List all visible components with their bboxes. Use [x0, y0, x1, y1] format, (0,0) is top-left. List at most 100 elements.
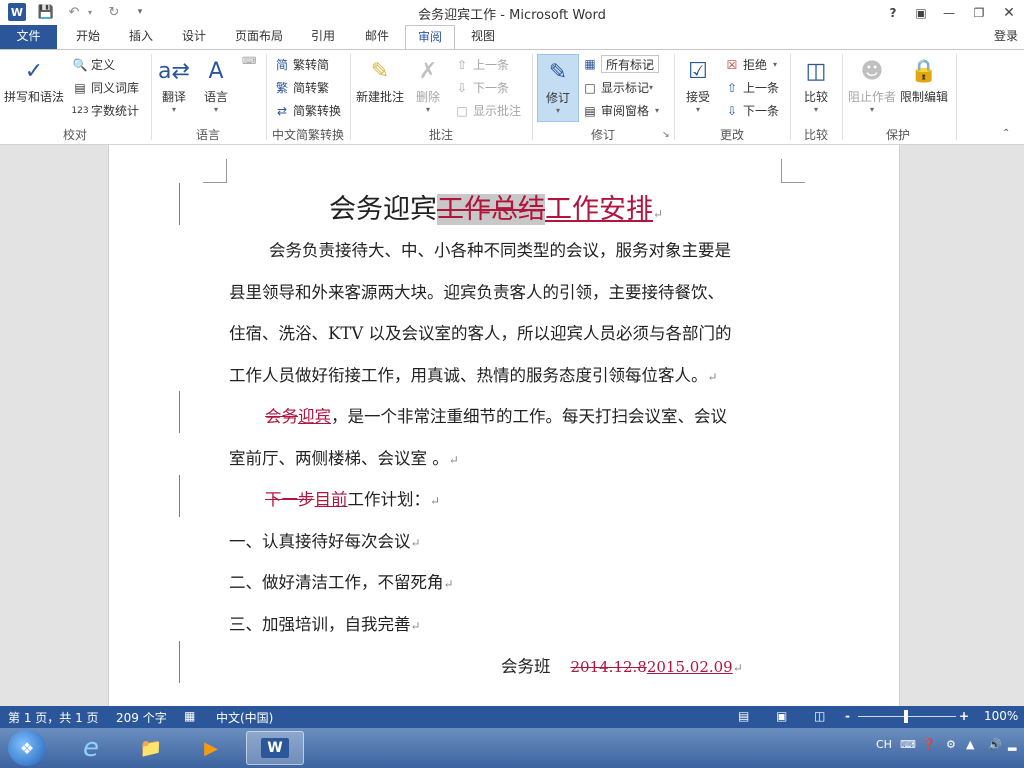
new-comment-icon: ✎: [370, 58, 390, 84]
reject-button[interactable]: ☒ 拒绝 ▾: [724, 56, 777, 73]
tab-references[interactable]: 引用: [298, 25, 348, 49]
tab-review[interactable]: 审阅: [405, 25, 455, 50]
show-markup-button[interactable]: □ 显示标记 ▾: [582, 79, 653, 96]
inserted-date[interactable]: 2015.02.09: [647, 658, 733, 676]
title-inserted-text[interactable]: 工作安排: [545, 194, 653, 225]
reviewing-pane-button[interactable]: ▤ 审阅窗格 ▾: [582, 102, 659, 119]
word-logo-icon[interactable]: W: [8, 3, 26, 21]
paragraph-line[interactable]: 县里领导和外来客源两大块。迎宾负责客人的引领，主要接待餐饮、: [229, 279, 724, 303]
minimize-button[interactable]: —: [934, 0, 964, 25]
paragraph-line[interactable]: 会务迎宾，是一个非常注重细节的工作。每天打扫会议室、会议: [265, 403, 727, 427]
show-hidden-icons-icon[interactable]: ▲: [966, 738, 974, 751]
compare-button[interactable]: ◫ 比较 ▾: [800, 54, 832, 115]
media-player-icon[interactable]: ▶: [182, 731, 240, 765]
document-title[interactable]: 会务迎宾工作总结工作安排↵: [329, 187, 663, 226]
to-traditional-icon: 繁: [275, 81, 288, 95]
zoom-level[interactable]: 100%: [984, 709, 1018, 723]
help-button[interactable]: ?: [878, 0, 908, 25]
accept-button[interactable]: ☑ 接受 ▾: [682, 54, 714, 115]
list-item[interactable]: 三、加强培训，自我完善↵: [229, 611, 421, 635]
undo-dropdown-icon[interactable]: ▾: [80, 3, 100, 21]
reject-icon: ☒: [726, 57, 738, 72]
language-status[interactable]: 中文(中国): [216, 709, 273, 726]
prev-comment-button[interactable]: ⇧ 上一条: [454, 56, 509, 73]
settings-tray-icon[interactable]: ⚙: [946, 738, 956, 751]
restrict-editing-button[interactable]: 🔒 限制编辑: [900, 54, 948, 105]
tab-insert[interactable]: 插入: [116, 25, 166, 49]
language-button[interactable]: A 语言 ▾: [200, 54, 232, 115]
file-explorer-icon[interactable]: 📁: [122, 731, 180, 765]
inserted-text[interactable]: 目前: [315, 490, 348, 509]
collapse-ribbon-icon[interactable]: ⌃: [1002, 128, 1010, 139]
list-item-text: 二、做好清洁工作，不留死角: [229, 573, 444, 592]
word-taskbar-icon[interactable]: W: [246, 731, 304, 765]
redo-icon[interactable]: ↻: [104, 3, 124, 21]
tab-design[interactable]: 设计: [168, 25, 220, 49]
print-layout-icon[interactable]: ▣: [776, 709, 787, 723]
customize-toolbar-icon[interactable]: ▾: [130, 3, 150, 21]
accept-dropdown-icon: ▾: [695, 105, 700, 114]
title-deleted-text[interactable]: 工作总结: [437, 194, 545, 225]
prev-change-button[interactable]: ⇧ 上一条: [724, 79, 779, 96]
deleted-text[interactable]: 会务: [265, 407, 298, 426]
translate-button[interactable]: a⇄ 翻译 ▾: [158, 54, 190, 115]
new-comment-button[interactable]: ✎ 新建批注: [356, 54, 404, 105]
tab-view[interactable]: 视图: [458, 25, 508, 49]
document-page[interactable]: 会务迎宾工作总结工作安排↵ 会务负责接待大、中、小各种不同类型的会议，服务对象主…: [108, 145, 900, 706]
convert-button[interactable]: ⇄ 简繁转换: [274, 102, 341, 119]
paragraph-line[interactable]: 住宿、洗浴、KTV 以及会议室的客人，所以迎宾人员必须与各部门的: [229, 320, 732, 344]
restore-button[interactable]: ❐: [964, 0, 994, 25]
web-layout-icon[interactable]: ◫: [814, 709, 825, 723]
close-button[interactable]: ✕: [994, 0, 1024, 25]
to-simplified-button[interactable]: 简繁转简: [274, 56, 329, 73]
to-traditional-button[interactable]: 繁简转繁: [274, 79, 329, 96]
word-count-button[interactable]: 123 字数统计: [71, 102, 139, 119]
ime-icon[interactable]: ⌨: [242, 56, 256, 67]
deleted-text[interactable]: 下一步: [265, 490, 315, 509]
next-comment-button[interactable]: ⇩ 下一条: [454, 79, 509, 96]
ribbon-display-icon[interactable]: ▣: [906, 0, 936, 25]
document-area: 会务迎宾工作总结工作安排↵ 会务负责接待大、中、小各种不同类型的会议，服务对象主…: [0, 145, 1024, 706]
tab-home[interactable]: 开始: [62, 25, 114, 49]
markup-select[interactable]: ▦ 所有标记 ▾: [582, 55, 660, 73]
tab-file[interactable]: 文件: [0, 25, 57, 49]
delete-comment-button[interactable]: ✗ 删除 ▾: [412, 54, 444, 115]
spelling-grammar-button[interactable]: ✓ 拼写和语法: [4, 54, 64, 105]
tab-layout[interactable]: 页面布局: [226, 25, 292, 49]
title-text: 会务迎宾: [329, 194, 437, 225]
proofing-status-icon[interactable]: ▦: [184, 709, 195, 723]
block-authors-button[interactable]: ☻ 阻止作者 ▾: [848, 54, 896, 115]
paragraph-line[interactable]: 会务负责接待大、中、小各种不同类型的会议，服务对象主要是: [269, 237, 731, 261]
zoom-out-button[interactable]: -: [845, 709, 850, 723]
help-tray-icon[interactable]: ❓: [922, 738, 936, 751]
paragraph-mark-icon: ↵: [448, 453, 459, 467]
paragraph-line[interactable]: 下一步目前工作计划：↵: [265, 486, 440, 510]
network-icon[interactable]: ▂: [1008, 738, 1016, 751]
paragraph-line[interactable]: 工作人员做好衔接工作，用真诚、热情的服务态度引领每位客人。↵: [229, 362, 718, 386]
keyboard-icon[interactable]: ⌨: [900, 738, 916, 751]
ime-indicator[interactable]: CH: [876, 738, 892, 751]
next-change-button[interactable]: ⇩ 下一条: [724, 102, 779, 119]
tracking-dialog-launcher-icon[interactable]: ↘: [662, 130, 670, 140]
zoom-in-button[interactable]: +: [959, 709, 969, 723]
zoom-slider-thumb[interactable]: [904, 710, 908, 723]
login-link[interactable]: 登录: [994, 25, 1024, 49]
thesaurus-button[interactable]: ▤ 同义词库: [72, 79, 139, 96]
read-mode-icon[interactable]: ▤: [738, 709, 749, 723]
internet-explorer-icon[interactable]: e: [62, 731, 120, 765]
track-changes-button[interactable]: ✎ 修订 ▾: [537, 54, 579, 122]
signature-line[interactable]: 会务班 2014.12.82015.02.09↵: [501, 653, 743, 677]
list-item[interactable]: 二、做好清洁工作，不留死角↵: [229, 569, 454, 593]
windows-start-icon[interactable]: ❖: [8, 730, 46, 766]
save-icon[interactable]: 💾: [36, 3, 56, 21]
page-count[interactable]: 第 1 页，共 1 页: [8, 709, 99, 726]
paragraph-line[interactable]: 室前厅、两侧楼梯、会议室 。↵: [229, 445, 459, 469]
inserted-text[interactable]: 迎宾: [298, 407, 331, 426]
list-item[interactable]: 一、认真接待好每次会议↵: [229, 528, 421, 552]
define-button[interactable]: 🔍 定义: [72, 56, 116, 73]
deleted-date[interactable]: 2014.12.8: [571, 658, 647, 676]
word-count-status[interactable]: 209 个字: [116, 709, 167, 726]
volume-icon[interactable]: 🔊: [988, 738, 1002, 751]
show-comments-button[interactable]: □ 显示批注: [454, 102, 521, 119]
tab-mailings[interactable]: 邮件: [352, 25, 402, 49]
